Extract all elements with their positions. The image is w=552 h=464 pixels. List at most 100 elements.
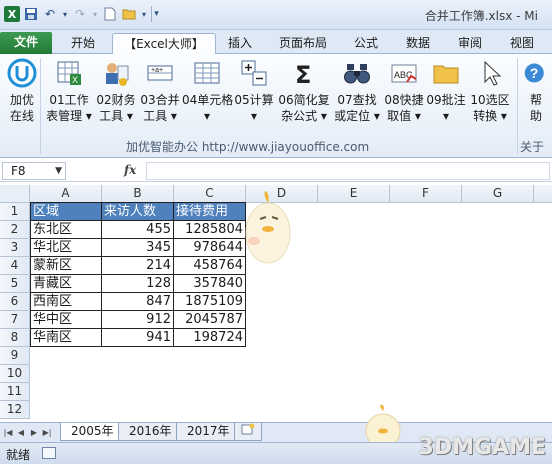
cell-b7[interactable]: 912 [102, 311, 174, 329]
quick-value-label-1: 08快捷 [384, 93, 424, 107]
redo-icon[interactable]: ↷ [72, 6, 88, 22]
column-header-a[interactable]: A [30, 185, 102, 203]
formula-bar: F8 ▼ fx [0, 160, 552, 182]
cell-c8[interactable]: 198724 [174, 329, 246, 347]
tab-file[interactable]: 文件 [0, 32, 52, 54]
name-box[interactable]: F8 ▼ [2, 162, 66, 180]
new-file-icon[interactable] [102, 6, 118, 22]
row-header-7[interactable]: 7 [0, 311, 30, 329]
customize-qa-icon[interactable]: ▾ [151, 6, 161, 22]
undo-icon[interactable]: ↶ [42, 6, 58, 22]
cell-c6[interactable]: 1875109 [174, 293, 246, 311]
plus-minus-icon [241, 60, 267, 86]
calculate-button[interactable]: 05计算 ▾ [232, 58, 276, 124]
merge-tools-label-1: 03合并 [140, 93, 180, 107]
cell-a7[interactable]: 华中区 [30, 311, 102, 329]
cell-a8[interactable]: 华南区 [30, 329, 102, 347]
next-sheet-icon[interactable]: ▶ [28, 426, 40, 440]
help-button[interactable]: ? 帮 助 [520, 58, 552, 124]
cell-b2[interactable]: 455 [102, 221, 174, 239]
undo-dropdown-icon[interactable]: ▾ [61, 6, 69, 22]
cell-b5[interactable]: 128 [102, 275, 174, 293]
find-locate-label-1: 07查找 [337, 93, 377, 107]
cell-b3[interactable]: 345 [102, 239, 174, 257]
worksheet-manage-button[interactable]: X 01工作 表管理 ▾ [44, 58, 94, 124]
row-header-1[interactable]: 1 [0, 203, 30, 221]
column-header-c[interactable]: C [174, 185, 246, 203]
macro-record-icon[interactable] [42, 447, 56, 459]
column-header-f[interactable]: F [390, 185, 462, 203]
row-header-6[interactable]: 6 [0, 293, 30, 311]
save-icon[interactable] [23, 6, 39, 22]
cell-b6[interactable]: 847 [102, 293, 174, 311]
sheet-tab-2017[interactable]: 2017年 [176, 423, 241, 441]
tab-view[interactable]: 视图 [500, 33, 544, 54]
tab-home[interactable]: 开始 [60, 33, 106, 54]
finance-tools-button[interactable]: 02财务 工具 ▾ [94, 58, 138, 124]
ribbon-tabs: 文件 开始 【Excel大师】 插入 页面布局 公式 数据 审阅 视图 [0, 30, 552, 54]
last-sheet-icon[interactable]: ▶| [41, 426, 53, 440]
cell-a5[interactable]: 青藏区 [30, 275, 102, 293]
cell-c5[interactable]: 357840 [174, 275, 246, 293]
tab-data[interactable]: 数据 [396, 33, 440, 54]
worksheet-manage-label-1: 01工作 [49, 93, 89, 107]
title-bar: X ↶ ▾ ↷ ▾ ▾ ▾ 合并工作簿.xlsx - Mi [0, 0, 552, 30]
cell-b4[interactable]: 214 [102, 257, 174, 275]
cell-b8[interactable]: 941 [102, 329, 174, 347]
insert-sheet-button[interactable] [234, 423, 262, 441]
comment-button[interactable]: 09批注 ▾ [424, 58, 468, 124]
row-header-3[interactable]: 3 [0, 239, 30, 257]
selection-convert-label-1: 10选区 [470, 93, 510, 107]
worksheet-manage-icon: X [57, 61, 81, 85]
open-dropdown-icon[interactable]: ▾ [140, 6, 148, 22]
sheet-tab-2016[interactable]: 2016年 [118, 423, 183, 441]
row-header-9[interactable]: 9 [0, 347, 30, 365]
cell-c4[interactable]: 458764 [174, 257, 246, 275]
cell-a2[interactable]: 东北区 [30, 221, 102, 239]
cell-a1[interactable]: 区域 [30, 202, 102, 221]
row-header-2[interactable]: 2 [0, 221, 30, 239]
chevron-down-icon[interactable]: ▼ [55, 163, 62, 179]
row-header-10[interactable]: 10 [0, 365, 30, 383]
column-header-g[interactable]: G [462, 185, 534, 203]
column-header-e[interactable]: E [318, 185, 390, 203]
simplify-formula-button[interactable]: Σ 06简化复 杂公式 ▾ [278, 58, 330, 124]
formula-input[interactable] [146, 162, 550, 180]
insert-function-icon[interactable]: fx [124, 163, 136, 177]
select-all-corner[interactable] [0, 185, 30, 203]
open-folder-icon[interactable] [121, 6, 137, 22]
cell-c2[interactable]: 1285804 [174, 221, 246, 239]
excel-logo-icon: X [4, 6, 20, 22]
cell-c3[interactable]: 978644 [174, 239, 246, 257]
row-header-5[interactable]: 5 [0, 275, 30, 293]
column-header-b[interactable]: B [102, 185, 174, 203]
cell-tools-button[interactable]: 04单元格 ▾ [182, 58, 233, 124]
column-header-h[interactable] [534, 185, 552, 203]
selection-convert-button[interactable]: 10选区 转换 ▾ [468, 58, 512, 124]
cell-a4[interactable]: 蒙新区 [30, 257, 102, 275]
cell-b1[interactable]: 来访人数 [102, 202, 174, 221]
help-label-2: 助 [529, 109, 542, 123]
simplify-formula-label-1: 06简化复 [278, 93, 330, 107]
tab-page-layout[interactable]: 页面布局 [270, 33, 336, 54]
sheet-tab-2005[interactable]: 2005年 [60, 423, 125, 441]
row-header-11[interactable]: 11 [0, 383, 30, 401]
cell-c1[interactable]: 接待费用 [174, 202, 246, 221]
cell-a6[interactable]: 西南区 [30, 293, 102, 311]
tab-excel-master[interactable]: 【Excel大师】 [112, 33, 216, 54]
cell-a3[interactable]: 华北区 [30, 239, 102, 257]
tab-insert[interactable]: 插入 [218, 33, 262, 54]
cell-c7[interactable]: 2045787 [174, 311, 246, 329]
redo-dropdown-icon[interactable]: ▾ [91, 6, 99, 22]
jiayou-online-button[interactable]: 加优 在线 [0, 58, 44, 124]
find-locate-button[interactable]: 07查找 或定位 ▾ [332, 58, 382, 124]
row-header-8[interactable]: 8 [0, 329, 30, 347]
row-header-4[interactable]: 4 [0, 257, 30, 275]
quick-value-button[interactable]: ABC 08快捷 取值 ▾ [382, 58, 426, 124]
first-sheet-icon[interactable]: |◀ [2, 426, 14, 440]
row-header-12[interactable]: 12 [0, 401, 30, 419]
prev-sheet-icon[interactable]: ◀ [15, 426, 27, 440]
tab-review[interactable]: 审阅 [448, 33, 492, 54]
merge-tools-button[interactable]: +a+ 03合并 工具 ▾ [138, 58, 182, 124]
tab-formulas[interactable]: 公式 [344, 33, 388, 54]
